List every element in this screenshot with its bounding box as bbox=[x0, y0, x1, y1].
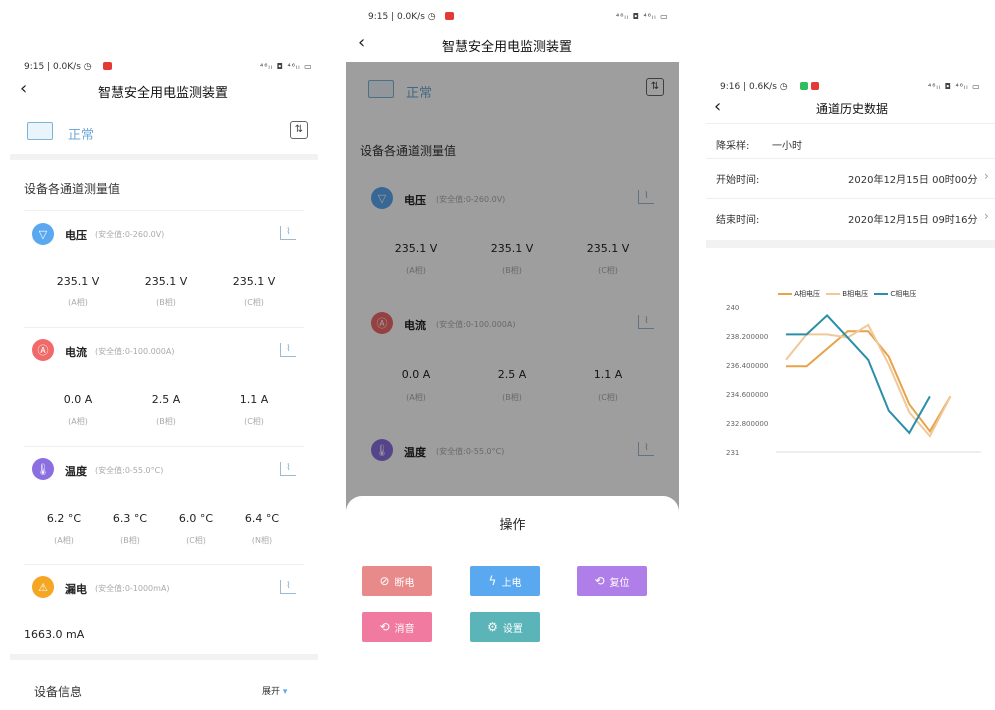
divider bbox=[24, 564, 304, 565]
page-title: 智慧安全用电监测装置 bbox=[98, 86, 229, 101]
mute-button[interactable]: ⟲ 消音 bbox=[362, 612, 432, 642]
device-icon bbox=[27, 122, 53, 140]
button-label: 消音 bbox=[394, 623, 415, 635]
divider bbox=[10, 154, 318, 160]
section-title: 设备各通道测量值 bbox=[24, 182, 121, 196]
phase-label: (A相) bbox=[54, 536, 74, 545]
current-icon: Ⓐ bbox=[32, 339, 54, 361]
operations-sheet: 操作 ⊘ 断电 ϟ 上电 ⟲ 复位 ⟲ 消音 ⚙ 设置 bbox=[346, 496, 679, 710]
screen-operations: 9:15 | 0.0K/s ◷ ⁴⁶ₗₗ ◘ ⁴⁶ₗₗ ▭ ‹ 智慧安全用电监测… bbox=[346, 0, 679, 710]
channel-value: 6.3 °C bbox=[112, 512, 148, 525]
channel-value: 6.4 °C bbox=[244, 512, 280, 525]
channel-value: 235.1 V bbox=[232, 275, 276, 288]
channel-range: (安全值:0-260.0V) bbox=[95, 230, 165, 239]
status-bar-left: 9:15 | 0.0K/s ◷ bbox=[368, 12, 436, 22]
lightning-icon: ϟ bbox=[488, 574, 497, 588]
channel-range: (安全值:0-55.0°C) bbox=[95, 466, 164, 475]
channel-value: 0.0 A bbox=[63, 393, 93, 406]
back-button[interactable]: ‹ bbox=[20, 80, 27, 98]
channel-range: (安全值:0-1000mA) bbox=[95, 584, 170, 593]
app-notification-icon bbox=[445, 12, 454, 20]
device-status: 正常 bbox=[68, 128, 95, 143]
channel-value: 235.1 V bbox=[56, 275, 100, 288]
device-info-label: 设备信息 bbox=[34, 685, 83, 699]
channel-value: 235.1 V bbox=[144, 275, 188, 288]
leakage-icon: ⚠ bbox=[32, 576, 54, 598]
channel-name: 温度 bbox=[65, 465, 87, 478]
expand-label: 展开 bbox=[262, 687, 281, 697]
channel-value: 6.2 °C bbox=[46, 512, 82, 525]
reset-icon: ⟲ bbox=[594, 574, 605, 588]
voltage-history-chart bbox=[776, 313, 981, 453]
channel-value: 2.5 A bbox=[151, 393, 181, 406]
channel-value: 1663.0 mA bbox=[24, 628, 85, 641]
chart-icon[interactable]: ⌇ bbox=[280, 226, 296, 240]
power-off-button[interactable]: ⊘ 断电 bbox=[362, 566, 432, 596]
reset-button[interactable]: ⟲ 复位 bbox=[577, 566, 647, 596]
channel-name: 电流 bbox=[65, 346, 87, 359]
channel-range: (安全值:0-100.000A) bbox=[95, 347, 175, 356]
mute-icon: ⟲ bbox=[379, 620, 390, 634]
phase-label: (B相) bbox=[156, 417, 176, 426]
status-bar-left: 9:15 | 0.0K/s ◷ bbox=[24, 62, 92, 72]
operations-icon[interactable]: ⇅ bbox=[290, 121, 308, 139]
app-notification-icon bbox=[103, 62, 112, 70]
divider bbox=[24, 210, 304, 211]
thermometer-icon: 🌡 bbox=[32, 458, 54, 480]
screen-device-monitor: 9:15 | 0.0K/s ◷ ⁴⁶ₗₗ ◘ ⁴⁶ₗₗ ▭ ‹ 智慧安全用电监测… bbox=[10, 0, 318, 710]
channel-value: 1.1 A bbox=[239, 393, 269, 406]
channel-name: 电压 bbox=[65, 229, 87, 242]
phase-label: (N相) bbox=[251, 536, 273, 545]
button-label: 断电 bbox=[394, 577, 415, 589]
phase-label: (C相) bbox=[244, 298, 264, 307]
chart-icon[interactable]: ⌇ bbox=[280, 462, 296, 476]
settings-icon: ⚙ bbox=[487, 620, 498, 634]
screen-channel-history: 9:16 | 0.6K/s ◷ ⁴⁶ₗₗ ◘ ⁴⁶ₗₗ ▭ ‹ 通道历史数据 降… bbox=[706, 0, 995, 710]
power-off-icon: ⊘ bbox=[379, 574, 390, 588]
phase-label: (A相) bbox=[68, 298, 88, 307]
chevron-down-icon: ▾ bbox=[282, 687, 288, 697]
phase-label: (A相) bbox=[68, 417, 88, 426]
phase-label: (B相) bbox=[156, 298, 176, 307]
divider bbox=[10, 654, 318, 660]
voltage-icon: ▽ bbox=[32, 223, 54, 245]
settings-button[interactable]: ⚙ 设置 bbox=[470, 612, 540, 642]
status-bar-right: ⁴⁶ₗₗ ◘ ⁴⁶ₗₗ ▭ bbox=[260, 62, 313, 71]
sheet-title: 操作 bbox=[499, 518, 526, 533]
power-on-button[interactable]: ϟ 上电 bbox=[470, 566, 540, 596]
divider bbox=[24, 446, 304, 447]
channel-value: 6.0 °C bbox=[178, 512, 214, 525]
button-label: 上电 bbox=[501, 577, 522, 589]
series-line-3 bbox=[786, 313, 931, 435]
phase-label: (C相) bbox=[186, 536, 206, 545]
series-line-1 bbox=[786, 330, 952, 434]
series-line-2 bbox=[785, 323, 952, 438]
chart-icon[interactable]: ⌇ bbox=[280, 343, 296, 357]
page-title: 智慧安全用电监测装置 bbox=[442, 40, 573, 55]
divider bbox=[24, 327, 304, 328]
back-button[interactable]: ‹ bbox=[358, 34, 365, 52]
chart-icon[interactable]: ⌇ bbox=[280, 580, 296, 594]
button-label: 复位 bbox=[609, 577, 630, 589]
status-bar-right: ⁴⁶ₗₗ ◘ ⁴⁶ₗₗ ▭ bbox=[616, 12, 669, 21]
button-label: 设置 bbox=[502, 623, 523, 635]
expand-button[interactable]: 展开 ▾ bbox=[262, 684, 287, 697]
phase-label: (B相) bbox=[120, 536, 140, 545]
phase-label: (C相) bbox=[244, 417, 264, 426]
channel-name: 漏电 bbox=[65, 583, 87, 596]
